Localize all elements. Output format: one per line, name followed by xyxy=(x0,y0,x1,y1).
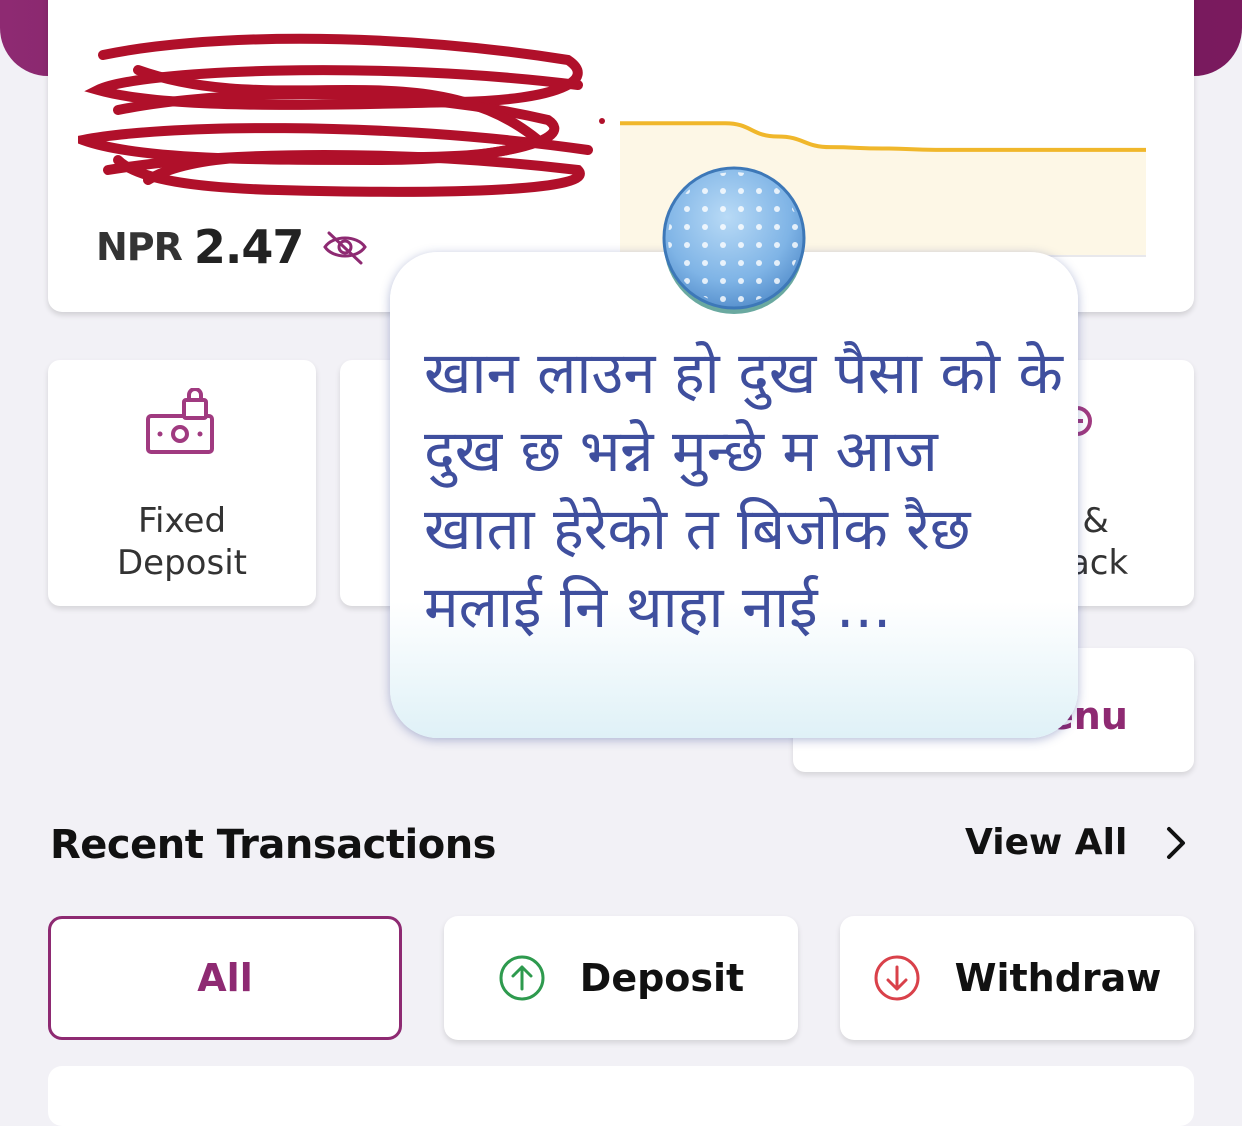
view-all-label: View All xyxy=(965,822,1128,863)
eye-slash-icon[interactable] xyxy=(321,227,369,267)
chevron-right-icon xyxy=(1163,823,1189,863)
transaction-list-card xyxy=(48,1066,1194,1126)
filter-label: All xyxy=(197,956,253,1000)
withdraw-arrow-down-icon xyxy=(874,955,920,1001)
orb-sticker-icon xyxy=(662,166,806,314)
redaction-scribble xyxy=(78,33,593,197)
red-dot xyxy=(599,118,605,124)
recent-transactions-title: Recent Transactions xyxy=(50,822,497,868)
fixed-deposit-icon xyxy=(146,388,214,454)
balance-amount: 2.47 xyxy=(193,220,304,274)
filter-label: Withdraw xyxy=(954,956,1162,1000)
service-label: Fixed Deposit xyxy=(117,501,247,583)
balance-row: NPR 2.47 xyxy=(96,220,369,274)
service-card-fixed-deposit[interactable]: Fixed Deposit xyxy=(48,360,316,606)
filter-withdraw[interactable]: Withdraw xyxy=(840,916,1194,1040)
filter-label: Deposit xyxy=(579,956,745,1000)
filter-all[interactable]: All xyxy=(48,916,402,1040)
deposit-arrow-up-icon xyxy=(499,955,545,1001)
filter-deposit[interactable]: Deposit xyxy=(444,916,798,1040)
overlay-text: खान लाउन हो दुख पैसा को के दुख छ भन्ने म… xyxy=(424,339,1063,641)
balance-currency: NPR xyxy=(96,225,183,269)
view-all-link[interactable]: View All xyxy=(965,822,1189,863)
